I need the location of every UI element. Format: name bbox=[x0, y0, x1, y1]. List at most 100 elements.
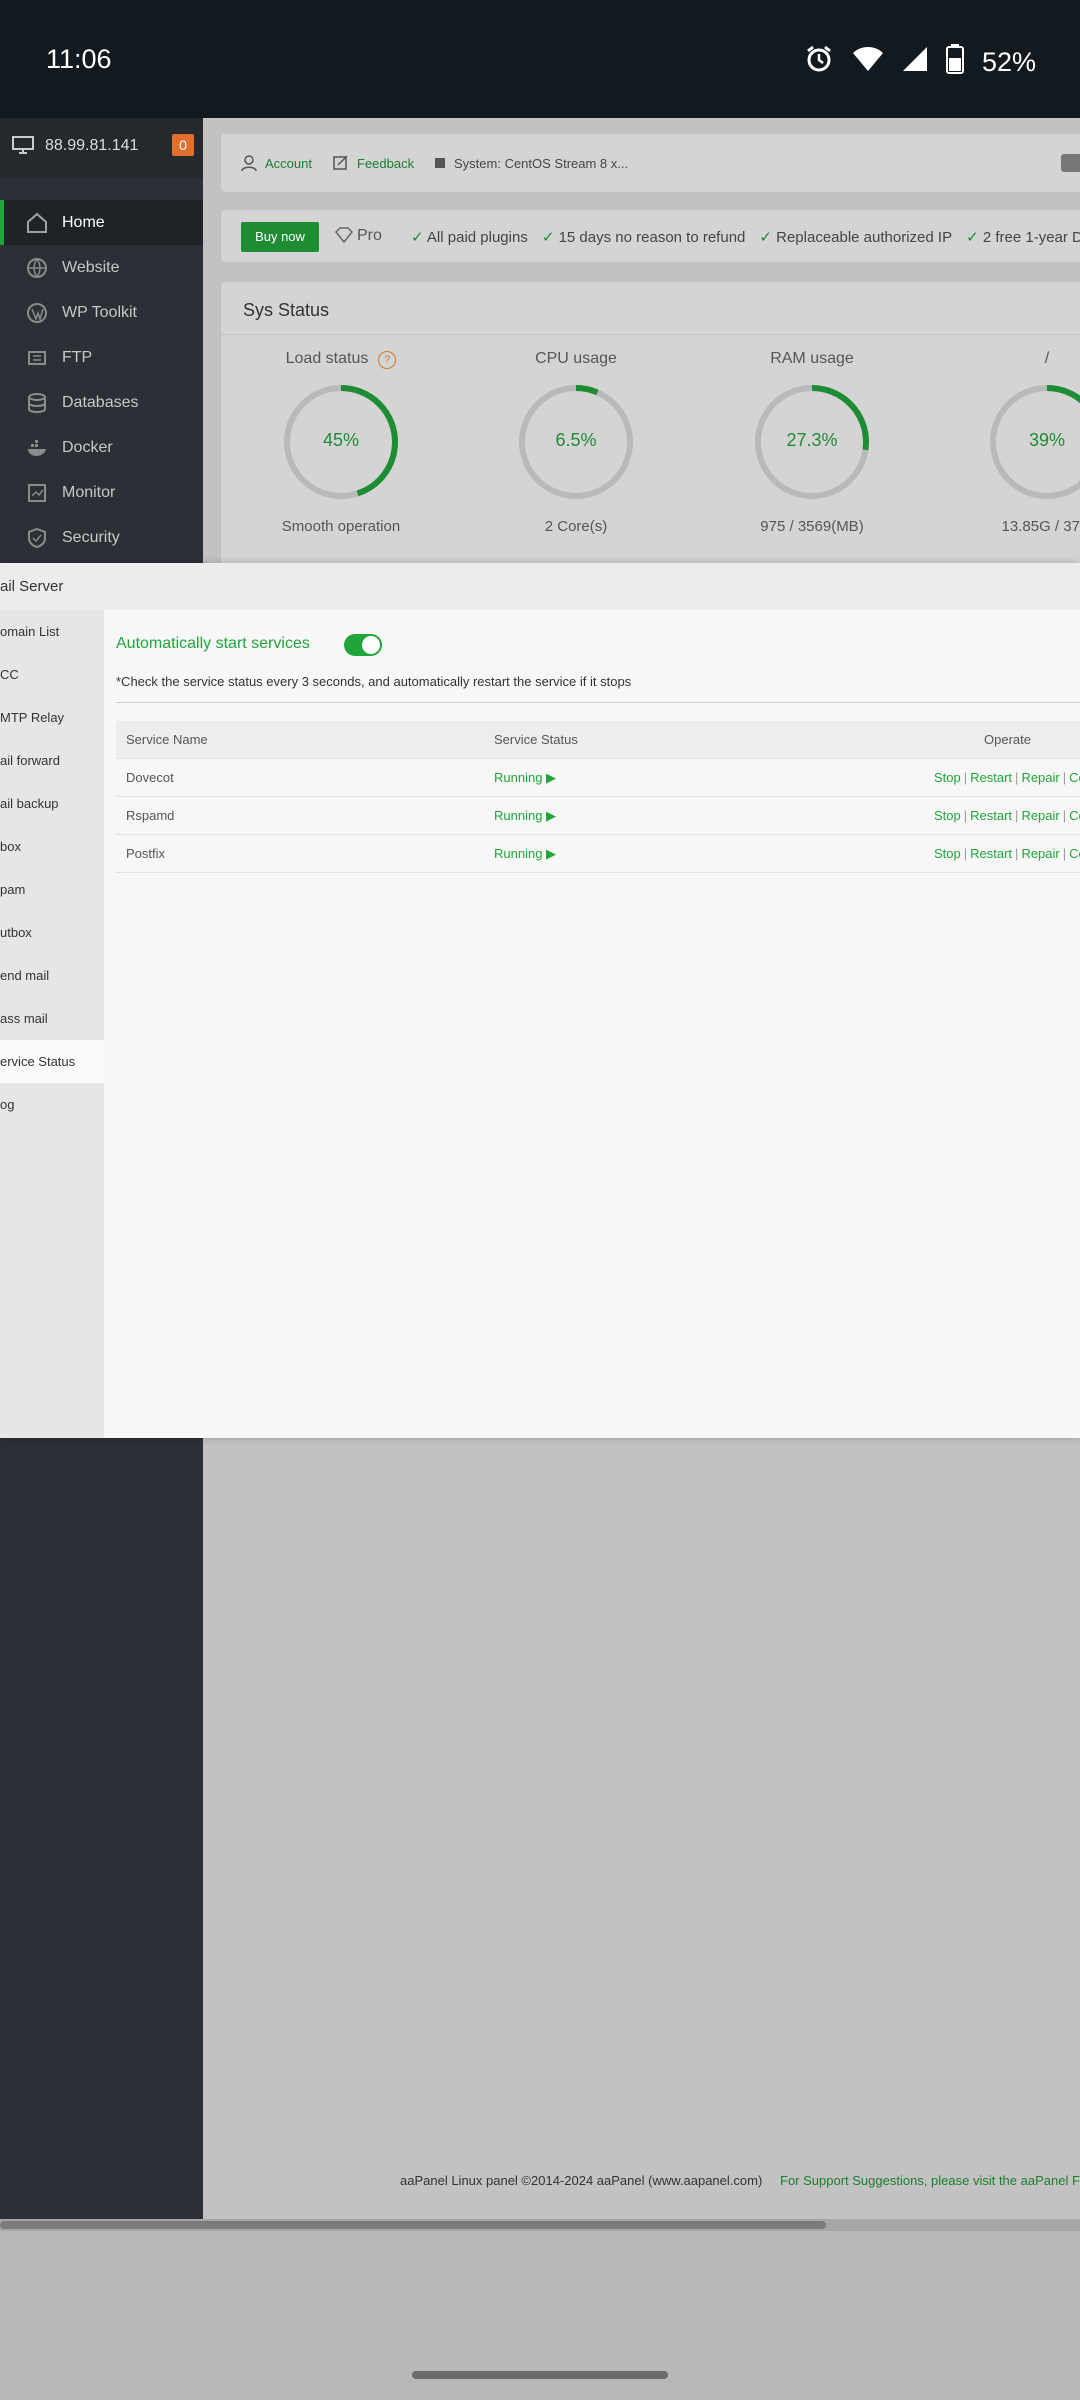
sys-status-panel: Sys Status Load status? 45% Smooth operati… bbox=[221, 282, 1080, 582]
service-status-content: Automatically start services *Check the … bbox=[104, 610, 1080, 1438]
sidebar-item-website[interactable]: Website bbox=[0, 245, 203, 290]
auto-start-note: *Check the service status every 3 second… bbox=[116, 674, 632, 689]
dialog-menu-item[interactable]: CC bbox=[0, 653, 104, 696]
service-operations: Stop|Restart|Repair|Con bbox=[784, 834, 1080, 873]
monitor-icon bbox=[12, 136, 34, 159]
sidebar-item-databases[interactable]: Databases bbox=[0, 380, 203, 425]
gauge-title: Load status? bbox=[256, 350, 426, 369]
dialog-menu-label: omain List bbox=[0, 624, 60, 639]
stop-link[interactable]: Stop bbox=[934, 846, 961, 861]
feature-item: ✓ 2 free 1-year DV SS bbox=[966, 228, 1080, 246]
server-ip: 88.99.81.141 bbox=[45, 137, 139, 154]
play-icon: ▶ bbox=[542, 769, 557, 785]
sidebar-item-label: Docker bbox=[62, 438, 113, 456]
signal-icon bbox=[902, 45, 928, 80]
dialog-menu-item[interactable]: box bbox=[0, 825, 104, 868]
pro-badge bbox=[1061, 154, 1080, 172]
dialog-menu-item[interactable]: ass mail bbox=[0, 997, 104, 1040]
horizontal-scrollbar-thumb[interactable] bbox=[0, 2221, 826, 2229]
dialog-menu-label: ass mail bbox=[0, 1011, 48, 1026]
status-bar: 11:06 52% bbox=[0, 0, 1080, 118]
gauge-subtext: Smooth operation bbox=[281, 518, 401, 535]
dialog-menu-item[interactable]: omain List bbox=[0, 610, 104, 653]
dialog-menu-item[interactable]: ail forward bbox=[0, 739, 104, 782]
dialog-menu-label: MTP Relay bbox=[0, 710, 65, 725]
check-icon: ✓ bbox=[966, 229, 983, 246]
feature-label: 2 free 1-year DV SS bbox=[982, 229, 1080, 246]
con-link[interactable]: Con bbox=[1069, 770, 1080, 785]
feedback-icon bbox=[333, 155, 349, 176]
restart-link[interactable]: Restart bbox=[970, 846, 1012, 861]
buy-now-button[interactable]: Buy now bbox=[241, 222, 319, 252]
feature-item: ✓ Replaceable authorized IP bbox=[759, 228, 952, 246]
separator: | bbox=[1015, 770, 1019, 785]
restart-link[interactable]: Restart bbox=[970, 808, 1012, 823]
repair-link[interactable]: Repair bbox=[1021, 770, 1059, 785]
wordpress-icon bbox=[26, 302, 48, 324]
sidebar-item-ftp[interactable]: FTP bbox=[0, 335, 203, 380]
dialog-menu-item[interactable]: MTP Relay bbox=[0, 696, 104, 739]
user-icon bbox=[241, 155, 257, 176]
ftp-icon bbox=[26, 347, 48, 369]
col-service-name: Service Name bbox=[116, 721, 484, 759]
dialog-menu-label: ail forward bbox=[0, 753, 60, 768]
auto-start-toggle[interactable] bbox=[344, 634, 382, 656]
sidebar-item-security[interactable]: Security bbox=[0, 515, 203, 560]
service-status: Running ▶ bbox=[484, 796, 784, 835]
stop-link[interactable]: Stop bbox=[934, 808, 961, 823]
sidebar-item-label: Website bbox=[62, 258, 120, 276]
gauge-subtext: 2 Core(s) bbox=[544, 518, 608, 535]
sidebar-item-docker[interactable]: Docker bbox=[0, 425, 203, 470]
sidebar-item-wp-toolkit[interactable]: WP Toolkit bbox=[0, 290, 203, 335]
gauge-value: 6.5% bbox=[555, 430, 597, 450]
account-link[interactable]: Account bbox=[265, 156, 312, 171]
footer-support-link[interactable]: For Support Suggestions, please visit th… bbox=[780, 2173, 1080, 2188]
database-icon bbox=[26, 392, 48, 414]
dialog-menu-item[interactable]: ail backup bbox=[0, 782, 104, 825]
gauge-title: RAM usage bbox=[727, 350, 897, 368]
sys-status-title: Sys Status bbox=[243, 300, 330, 320]
promo-bar: Buy now Pro ✓ All paid plugins ✓ 15 days … bbox=[221, 210, 1080, 262]
check-icon: ✓ bbox=[411, 229, 427, 246]
dialog-menu-item[interactable]: end mail bbox=[0, 954, 104, 997]
check-icon: ✓ bbox=[541, 229, 559, 246]
col-service-status: Service Status bbox=[484, 721, 784, 759]
service-table-wrap: Service Name Service Status Operate Dove… bbox=[116, 721, 1080, 873]
repair-link[interactable]: Repair bbox=[1021, 846, 1059, 861]
feature-label: Replaceable authorized IP bbox=[776, 229, 953, 246]
stop-link[interactable]: Stop bbox=[934, 770, 961, 785]
gauge-title: CPU usage bbox=[491, 350, 661, 368]
dialog-menu-item[interactable]: og bbox=[0, 1083, 104, 1126]
gauge-subtext: 13.85G / 37.4 bbox=[1001, 518, 1080, 535]
system-icon bbox=[433, 156, 447, 175]
dialog-menu-item[interactable]: utbox bbox=[0, 911, 104, 954]
con-link[interactable]: Con bbox=[1069, 846, 1080, 861]
table-header-row: Service Name Service Status Operate bbox=[116, 721, 1080, 759]
home-icon bbox=[26, 212, 48, 234]
gauge-title-text: / bbox=[1044, 350, 1050, 367]
dialog-menu-item[interactable]: pam bbox=[0, 868, 104, 911]
globe-icon bbox=[26, 257, 48, 279]
dialog-menu-item[interactable]: ervice Status bbox=[0, 1040, 104, 1083]
wifi-icon bbox=[852, 45, 884, 80]
sidebar-item-monitor[interactable]: Monitor bbox=[0, 470, 203, 515]
separator: | bbox=[1015, 846, 1019, 861]
feedback-link[interactable]: Feedback bbox=[357, 156, 414, 171]
notification-badge[interactable]: 0 bbox=[172, 134, 194, 156]
con-link[interactable]: Con bbox=[1069, 808, 1080, 823]
gauge-subtext: 975 / 3569(MB) bbox=[760, 518, 864, 535]
feature-label: 15 days no reason to refund bbox=[558, 229, 746, 246]
status-running: Running bbox=[494, 807, 543, 823]
table-row: DovecotRunning ▶Stop|Restart|Repair|Con bbox=[116, 758, 1080, 797]
service-operations: Stop|Restart|Repair|Con bbox=[784, 758, 1080, 797]
help-icon[interactable]: ? bbox=[378, 351, 397, 369]
toggle-knob bbox=[362, 636, 380, 654]
repair-link[interactable]: Repair bbox=[1021, 808, 1059, 823]
restart-link[interactable]: Restart bbox=[970, 770, 1012, 785]
gesture-nav-bar[interactable] bbox=[412, 2371, 668, 2379]
gauge-title: / bbox=[962, 350, 1080, 368]
dialog-menu-label: ail backup bbox=[0, 796, 59, 811]
sidebar-item-home[interactable]: Home bbox=[0, 200, 207, 245]
feature-item: ✓ 15 days no reason to refund bbox=[542, 228, 746, 246]
separator: | bbox=[963, 770, 968, 785]
